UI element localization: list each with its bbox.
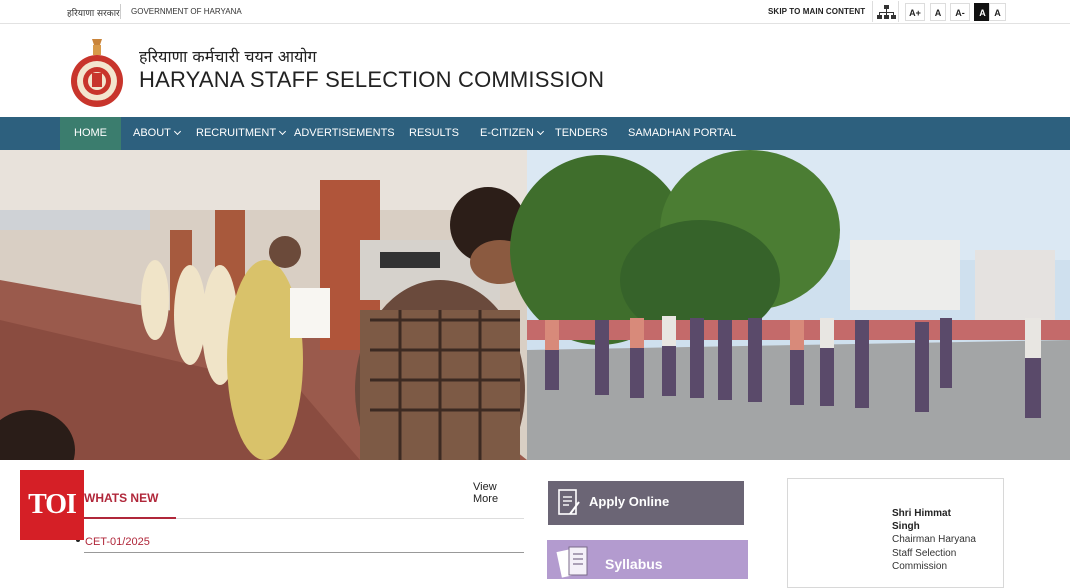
banner-image (0, 150, 1070, 460)
syllabus-button[interactable]: Syllabus (547, 540, 748, 579)
nav-about[interactable]: ABOUT (133, 117, 181, 150)
nav-results[interactable]: RESULTS (409, 117, 459, 150)
nav-recruitment-label: RECRUITMENT (196, 127, 277, 139)
whats-new-panel: WHATS NEW View More CET-01/2025 (76, 475, 524, 579)
normal-contrast-button[interactable]: A (989, 3, 1006, 21)
chairman-role: Chairman Haryana Staff Selection Commiss… (892, 534, 976, 572)
nav-e-citizen[interactable]: E-CITIZEN (480, 117, 544, 150)
chevron-down-icon (279, 127, 287, 136)
main-navigation: HOME ABOUT RECRUITMENT ADVERTISEMENTS RE… (0, 117, 1070, 150)
documents-icon (556, 546, 588, 578)
site-title-english: HARYANA STAFF SELECTION COMMISSION (139, 67, 605, 92)
divider (120, 4, 121, 19)
title-underline (84, 517, 176, 519)
banner-slideshow[interactable] (0, 150, 1070, 460)
nav-recruitment[interactable]: RECRUITMENT (196, 117, 287, 150)
chairman-card: Shri Himmat Singh Chairman Haryana Staff… (787, 478, 1004, 588)
chairman-name: Shri Himmat Singh (892, 508, 951, 532)
nav-advertisements[interactable]: ADVERTISEMENTS (294, 117, 395, 150)
nav-about-label: ABOUT (133, 127, 171, 139)
haryana-emblem-icon[interactable] (68, 35, 126, 107)
view-more-link[interactable]: View More (473, 481, 524, 505)
font-increase-button[interactable]: A+ (905, 3, 925, 21)
apply-online-button[interactable]: Apply Online (548, 481, 744, 525)
whats-new-title: WHATS NEW (84, 491, 159, 505)
sitemap-icon[interactable] (872, 1, 899, 22)
toi-watermark-logo: TOI (20, 470, 84, 540)
site-title-hindi: हरियाणा कर्मचारी चयन आयोग (139, 47, 317, 66)
news-item-link[interactable]: CET-01/2025 (85, 536, 150, 548)
nav-tenders[interactable]: TENDERS (555, 117, 608, 150)
top-utility-bar: हरियाणा सरकार GOVERNMENT OF HARYANA SKIP… (0, 0, 1070, 24)
nav-e-citizen-label: E-CITIZEN (480, 127, 534, 139)
site-header: हरियाणा कर्मचारी चयन आयोग HARYANA STAFF … (0, 25, 1070, 117)
divider (84, 552, 524, 553)
application-form-icon (558, 489, 580, 515)
chevron-down-icon (173, 127, 181, 136)
skip-to-main-link[interactable]: SKIP TO MAIN CONTENT (768, 7, 865, 16)
apply-online-label: Apply Online (589, 494, 670, 509)
font-decrease-button[interactable]: A- (950, 3, 970, 21)
nav-samadhan-portal[interactable]: SAMADHAN PORTAL (628, 117, 736, 150)
font-normal-button[interactable]: A (930, 3, 946, 21)
gov-hindi-label: हरियाणा सरकार (67, 9, 120, 19)
gov-english-label: GOVERNMENT OF HARYANA (131, 7, 242, 16)
syllabus-label: Syllabus (605, 556, 663, 572)
chevron-down-icon (536, 127, 544, 136)
nav-home[interactable]: HOME (60, 117, 121, 150)
